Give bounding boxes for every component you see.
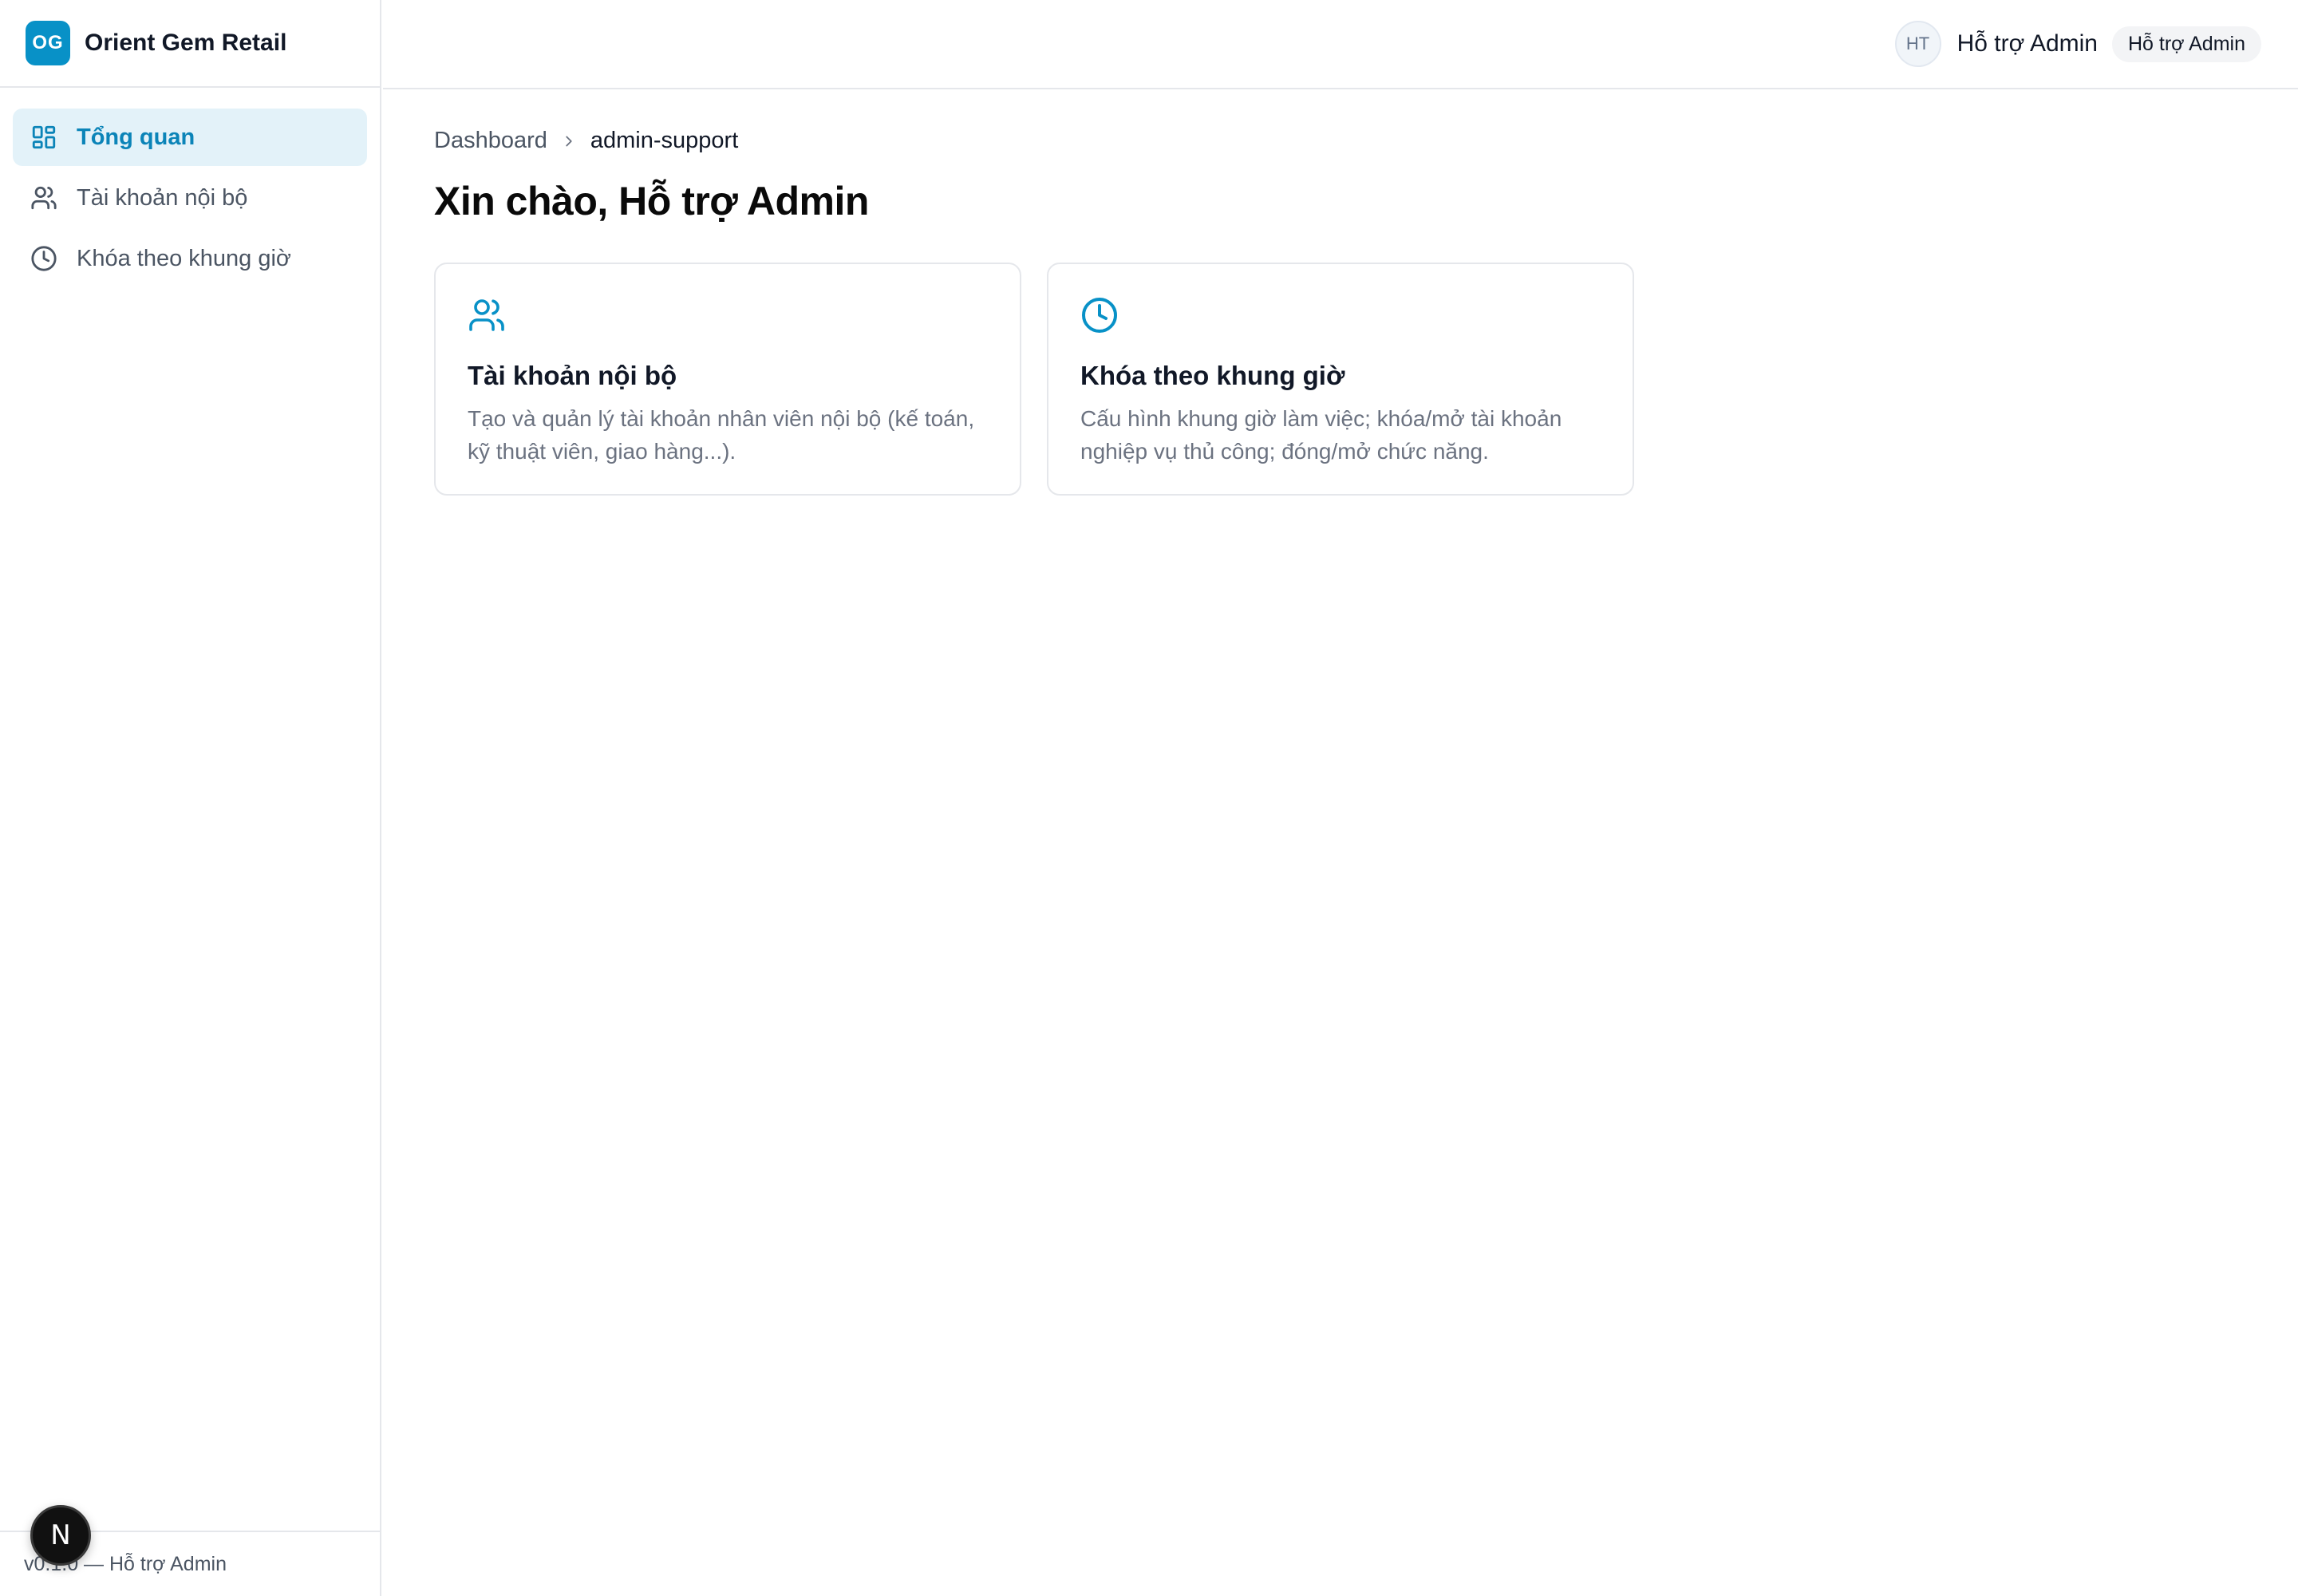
users-icon [468, 296, 988, 338]
chevron-right-icon [566, 136, 572, 146]
dashboard-grid-icon [30, 124, 57, 151]
app-root: OG Orient Gem Retail Tổng quan Tài khoản… [0, 0, 2298, 1596]
card-description: Cấu hình khung giờ làm việc; khóa/mở tài… [1080, 406, 1562, 464]
sidebar-item-label: Khóa theo khung giờ [77, 245, 291, 271]
dev-indicator-button[interactable]: N [30, 1505, 91, 1566]
topbar: HT Hỗ trợ Admin Hỗ trợ Admin [383, 0, 2298, 89]
clock-icon [30, 245, 57, 272]
sidebar-item-label: Tổng quan [77, 124, 195, 150]
clock-icon [1080, 296, 1601, 338]
main-content: Dashboard admin-support Xin chào, Hỗ trợ… [434, 128, 1634, 496]
page-title: Xin chào, Hỗ trợ Admin [434, 179, 869, 223]
users-icon [30, 184, 57, 211]
breadcrumb-link-dashboard[interactable]: Dashboard [434, 128, 547, 154]
sidebar: OG Orient Gem Retail Tổng quan Tài khoản… [0, 0, 381, 1596]
sidebar-item-internal-accounts[interactable]: Tài khoản nội bộ [13, 169, 367, 227]
card-internal-accounts[interactable]: Tài khoản nội bộ Tạo và quản lý tài khoả… [434, 263, 1021, 496]
card-grid: Tài khoản nội bộ Tạo và quản lý tài khoả… [434, 263, 1634, 496]
user-name: Hỗ trợ Admin [1956, 30, 2098, 57]
brand[interactable]: OG Orient Gem Retail [0, 0, 380, 88]
sidebar-item-label: Tài khoản nội bộ [77, 184, 248, 211]
sidebar-item-time-lock[interactable]: Khóa theo khung giờ [13, 230, 367, 287]
card-description: Tạo và quản lý tài khoản nhân viên nội b… [468, 406, 975, 464]
card-time-lock[interactable]: Khóa theo khung giờ Cấu hình khung giờ l… [1047, 263, 1634, 496]
brand-name: Orient Gem Retail [85, 30, 287, 56]
breadcrumb: Dashboard admin-support [434, 128, 1634, 154]
sidebar-nav: Tổng quan Tài khoản nội bộ Khóa theo khu… [0, 88, 380, 287]
avatar[interactable]: HT [1894, 21, 1941, 67]
brand-logo: OG [26, 21, 70, 65]
sidebar-item-overview[interactable]: Tổng quan [13, 109, 367, 166]
breadcrumb-current: admin-support [590, 128, 739, 153]
card-title: Khóa theo khung giờ [1080, 361, 1345, 390]
role-badge: Hỗ trợ Admin [2112, 26, 2261, 62]
card-title: Tài khoản nội bộ [468, 361, 677, 390]
